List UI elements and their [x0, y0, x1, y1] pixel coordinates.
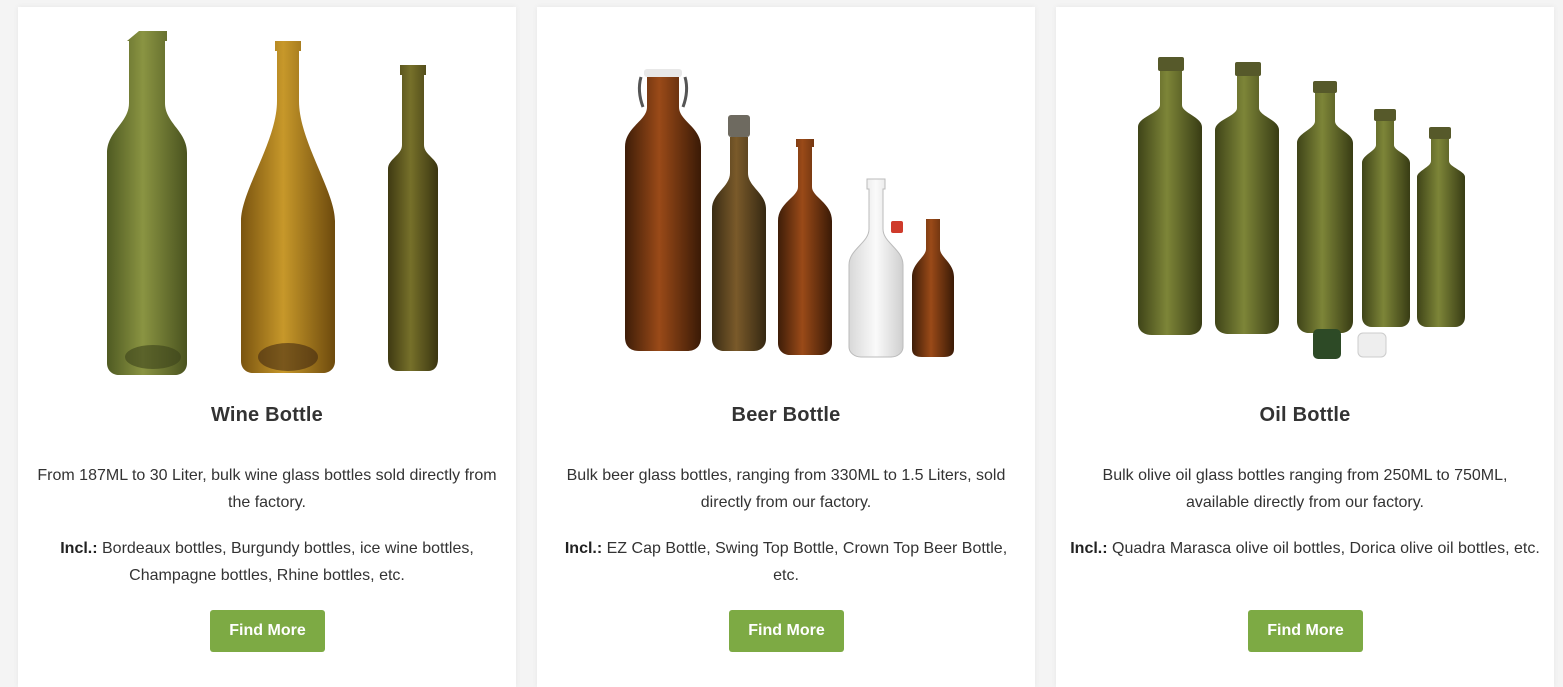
find-more-button[interactable]: Find More: [1248, 610, 1363, 652]
includes-text: Bordeaux bottles, Burgundy bottles, ice …: [97, 540, 474, 584]
product-title: Beer Bottle: [731, 404, 841, 426]
includes-text: EZ Cap Bottle, Swing Top Bottle, Crown T…: [602, 540, 1008, 584]
product-card-wine: Wine Bottle From 187ML to 30 Liter, bulk…: [18, 7, 516, 687]
product-includes: Incl.: Bordeaux bottles, Burgundy bottle…: [32, 535, 502, 589]
product-description: Bulk olive oil glass bottles ranging fro…: [1102, 467, 1508, 511]
product-description: Bulk beer glass bottles, ranging from 33…: [566, 467, 1006, 511]
product-includes: Incl.: EZ Cap Bottle, Swing Top Bottle, …: [551, 535, 1021, 589]
product-title: Wine Bottle: [210, 404, 323, 426]
includes-label: Incl.:: [564, 540, 603, 557]
product-title: Oil Bottle: [1259, 404, 1351, 426]
find-more-button[interactable]: Find More: [729, 610, 844, 652]
product-card-beer: Beer Bottle Bulk beer glass bottles, ran…: [537, 7, 1035, 687]
find-more-button[interactable]: Find More: [210, 610, 325, 652]
oil-bottles-image: [1056, 7, 1554, 387]
product-card-oil: Oil Bottle Bulk olive oil glass bottles …: [1056, 7, 1554, 687]
wine-bottles-image: [18, 7, 516, 387]
includes-label: Incl.:: [60, 540, 98, 557]
product-description: From 187ML to 30 Liter, bulk wine glass …: [37, 467, 497, 511]
includes-text: Quadra Marasca olive oil bottles, Dorica…: [1107, 540, 1540, 557]
product-grid: Wine Bottle From 187ML to 30 Liter, bulk…: [0, 0, 1563, 687]
beer-bottles-image: [537, 7, 1035, 387]
product-includes: Incl.: Quadra Marasca olive oil bottles,…: [1070, 535, 1540, 562]
includes-label: Incl.:: [1070, 540, 1108, 557]
